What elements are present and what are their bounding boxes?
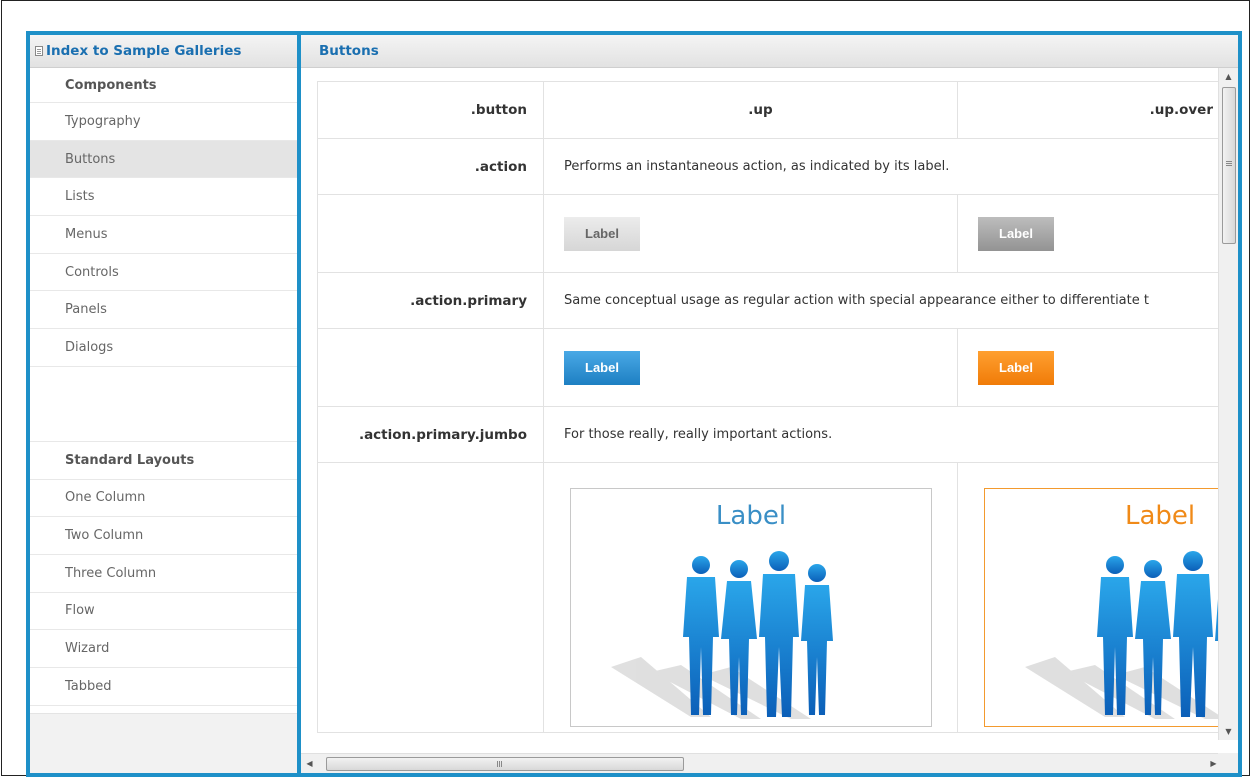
sidebar-item-lists[interactable]: Lists [30, 178, 297, 217]
sidebar-footer [30, 713, 297, 773]
primary-button-up[interactable]: Label [564, 350, 640, 385]
jumbo-button-label: Label [715, 501, 787, 531]
vertical-scroll-thumb[interactable] [1222, 87, 1236, 244]
table-row: Label Label [317, 462, 1218, 733]
scroll-left-icon[interactable]: ◀ [301, 754, 318, 774]
primary-button-over[interactable]: Label [978, 350, 1054, 385]
sidebar-item-typography[interactable]: Typography [30, 103, 297, 141]
description-action-primary-jumbo: For those really, really important actio… [543, 406, 1218, 463]
empty-cell [317, 462, 544, 733]
sample-cell: Label [543, 462, 958, 733]
column-header-up: .up [543, 81, 958, 139]
vertical-scrollbar[interactable]: ▲ ▼ [1218, 68, 1238, 740]
sidebar-title[interactable]: Index to Sample Galleries [46, 43, 241, 59]
horizontal-scroll-thumb[interactable] [326, 757, 684, 771]
table-row: .action.primary Same conceptual usage as… [317, 272, 1218, 329]
grip-icon [497, 761, 498, 767]
button-gallery-table: .button .up .up.over .action Performs an… [317, 81, 1218, 733]
empty-cell [317, 328, 544, 407]
empty-cell [317, 194, 544, 273]
sidebar-item-controls[interactable]: Controls [30, 254, 297, 292]
sidebar-item-two-column[interactable]: Two Column [30, 517, 297, 555]
sidebar-item-buttons[interactable]: Buttons [30, 140, 297, 179]
business-people-icon [611, 551, 833, 719]
sidebar-panel: Index to Sample Galleries Components Typ… [26, 31, 301, 777]
sidebar-item-dialogs[interactable]: Dialogs [30, 329, 297, 367]
sidebar-item-tabbed[interactable]: Tabbed [30, 668, 297, 706]
business-people-icon [1025, 551, 1218, 719]
content-header: Buttons [301, 35, 1238, 68]
table-row: .action Performs an instantaneous action… [317, 138, 1218, 195]
sidebar-item-flow[interactable]: Flow [30, 593, 297, 631]
sidebar-item-wizard[interactable]: Wizard [30, 630, 297, 668]
jumbo-button-up[interactable]: Label [570, 488, 932, 727]
column-header-up-over: .up.over [957, 81, 1218, 139]
scroll-up-icon[interactable]: ▲ [1219, 68, 1238, 85]
sidebar-item-one-column[interactable]: One Column [30, 480, 297, 518]
sidebar-item-panels[interactable]: Panels [30, 291, 297, 330]
sidebar-spacer [30, 367, 297, 442]
action-button-up[interactable]: Label [564, 216, 640, 251]
jumbo-button-over[interactable]: Label [984, 488, 1218, 727]
scrollbar-corner [1218, 753, 1238, 773]
class-name-action-primary-jumbo: .action.primary.jumbo [317, 406, 544, 463]
action-button-over[interactable]: Label [978, 216, 1054, 251]
sidebar-item-three-column[interactable]: Three Column [30, 555, 297, 593]
page-title: Buttons [319, 43, 379, 59]
content-panel: Buttons .button .up .up.over .action Per… [297, 31, 1242, 777]
sample-cell: Label [543, 328, 958, 407]
jumbo-button-label: Label [1125, 501, 1196, 531]
sample-cell: Label [957, 462, 1218, 733]
sidebar-item-menus[interactable]: Menus [30, 216, 297, 254]
class-name-action: .action [317, 138, 544, 195]
description-action: Performs an instantaneous action, as ind… [543, 138, 1218, 195]
sidebar-header: Index to Sample Galleries [30, 35, 297, 68]
description-action-primary: Same conceptual usage as regular action … [543, 272, 1218, 329]
sidebar-heading-standard-layouts: Standard Layouts [30, 442, 297, 480]
scroll-down-icon[interactable]: ▼ [1219, 723, 1238, 740]
sample-cell: Label [957, 328, 1218, 407]
sidebar-heading-components: Components [30, 68, 297, 103]
table-row: Label Label [317, 194, 1218, 273]
content-viewport: .button .up .up.over .action Performs an… [301, 68, 1218, 740]
class-name-action-primary: .action.primary [317, 272, 544, 329]
sidebar-nav: Components Typography Buttons Lists Menu… [30, 68, 297, 706]
horizontal-scrollbar[interactable]: ◀ ▶ [301, 753, 1238, 773]
table-row: Label Label [317, 328, 1218, 407]
document-icon [35, 46, 43, 56]
column-header-button: .button [317, 81, 544, 139]
sample-cell: Label [543, 194, 958, 273]
table-header-row: .button .up .up.over [317, 81, 1218, 139]
table-row: .action.primary.jumbo For those really, … [317, 406, 1218, 463]
grip-icon [1226, 161, 1232, 162]
sample-cell: Label [957, 194, 1218, 273]
